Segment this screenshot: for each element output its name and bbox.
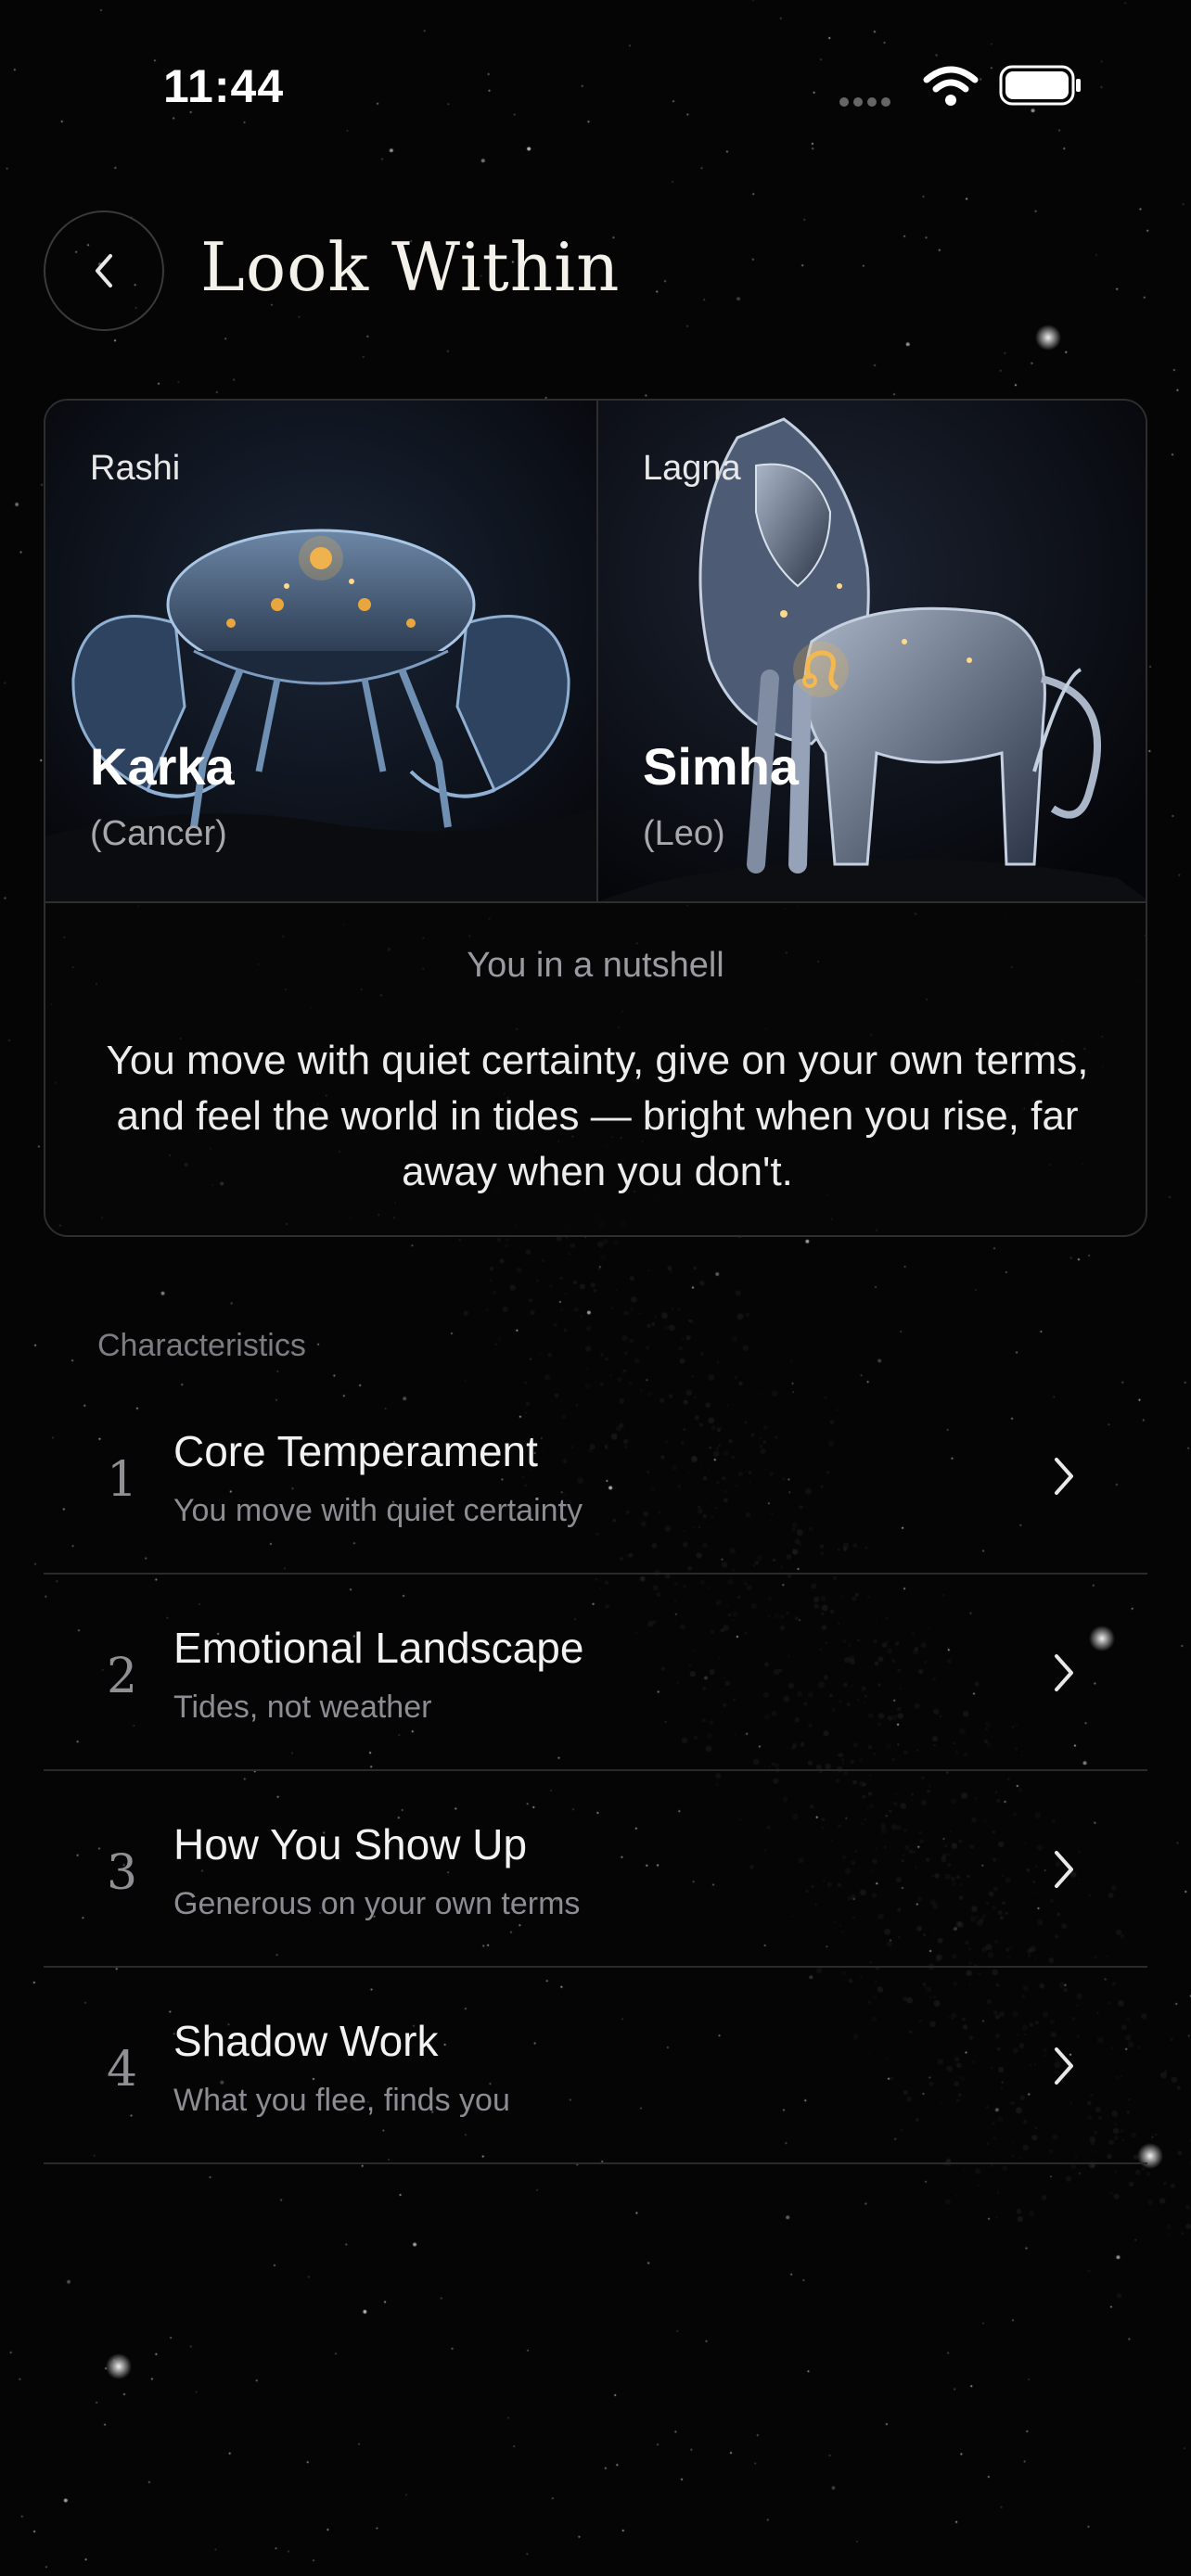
wifi-icon [923, 66, 979, 106]
item-title: How You Show Up [173, 1820, 528, 1868]
list-item[interactable]: 2 Emotional Landscape Tides, not weather [44, 1575, 1147, 1771]
list-item[interactable]: 1 Core Temperament You move with quiet c… [44, 1378, 1147, 1575]
rashi-panel[interactable]: Rashi Karka (Cancer) [45, 401, 596, 901]
nutshell-summary: You move with quiet certainty, give on y… [106, 1038, 1089, 1194]
status-icons [839, 61, 1081, 113]
chevron-right-icon [1055, 1654, 1073, 1691]
sign-name: Karka [90, 737, 235, 796]
item-number: 1 [107, 1452, 138, 1508]
item-subtitle: What you flee, finds you [173, 2083, 510, 2118]
list-item[interactable]: 3 How You Show Up Generous on your own t… [44, 1771, 1147, 1968]
sign-kicker: Rashi [90, 449, 181, 488]
item-subtitle: You move with quiet certainty [173, 1493, 583, 1528]
battery-icon [999, 65, 1081, 106]
chevron-right-icon [1055, 1458, 1073, 1495]
chevron-right-icon [1055, 2047, 1073, 2085]
chevron-right-icon [1055, 1851, 1073, 1888]
item-number: 3 [107, 1845, 138, 1901]
page-title: Look Within [200, 228, 621, 306]
lagna-panel[interactable]: Lagna Simha (Leo) [598, 401, 1146, 901]
chevron-left-icon [96, 254, 112, 287]
card-divider [45, 901, 1146, 903]
status-time: 11:44 [163, 60, 285, 112]
sign-kicker: Lagna [643, 449, 741, 488]
cellular-signal-icon [839, 95, 895, 111]
nutshell-label: You in a nutshell [467, 946, 724, 985]
sign-english-name: (Leo) [643, 814, 725, 853]
section-label: Characteristics [97, 1328, 306, 1363]
item-subtitle: Generous on your own terms [173, 1886, 581, 1921]
item-number: 2 [107, 1649, 138, 1704]
item-title: Emotional Landscape [173, 1624, 584, 1672]
list-item[interactable]: 4 Shadow Work What you flee, finds you [44, 1968, 1147, 2164]
item-title: Shadow Work [173, 2017, 439, 2065]
item-title: Core Temperament [173, 1427, 538, 1475]
item-number: 4 [107, 2042, 138, 2098]
sign-name: Simha [643, 737, 800, 796]
item-subtitle: Tides, not weather [173, 1690, 432, 1725]
sign-card: Rashi Karka (Cancer) Lagna Simha (Leo) Y… [44, 399, 1147, 1237]
sign-english-name: (Cancer) [90, 814, 227, 853]
back-button[interactable] [44, 210, 164, 331]
characteristics-list: 1 Core Temperament You move with quiet c… [44, 1378, 1147, 2164]
